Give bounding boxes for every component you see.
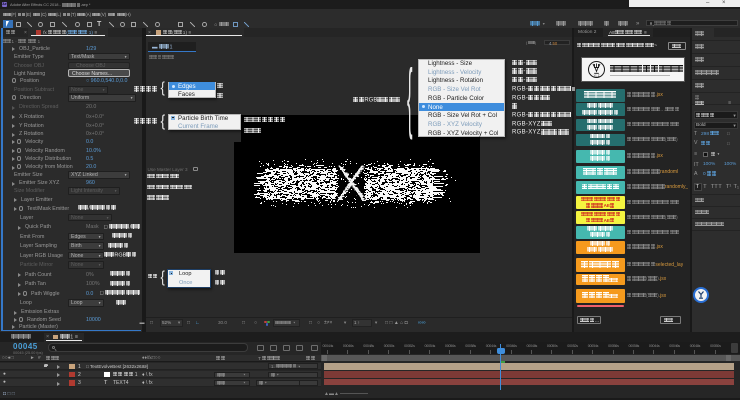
svg-text:Y.L.Z: Y.L.Z xyxy=(594,73,600,77)
